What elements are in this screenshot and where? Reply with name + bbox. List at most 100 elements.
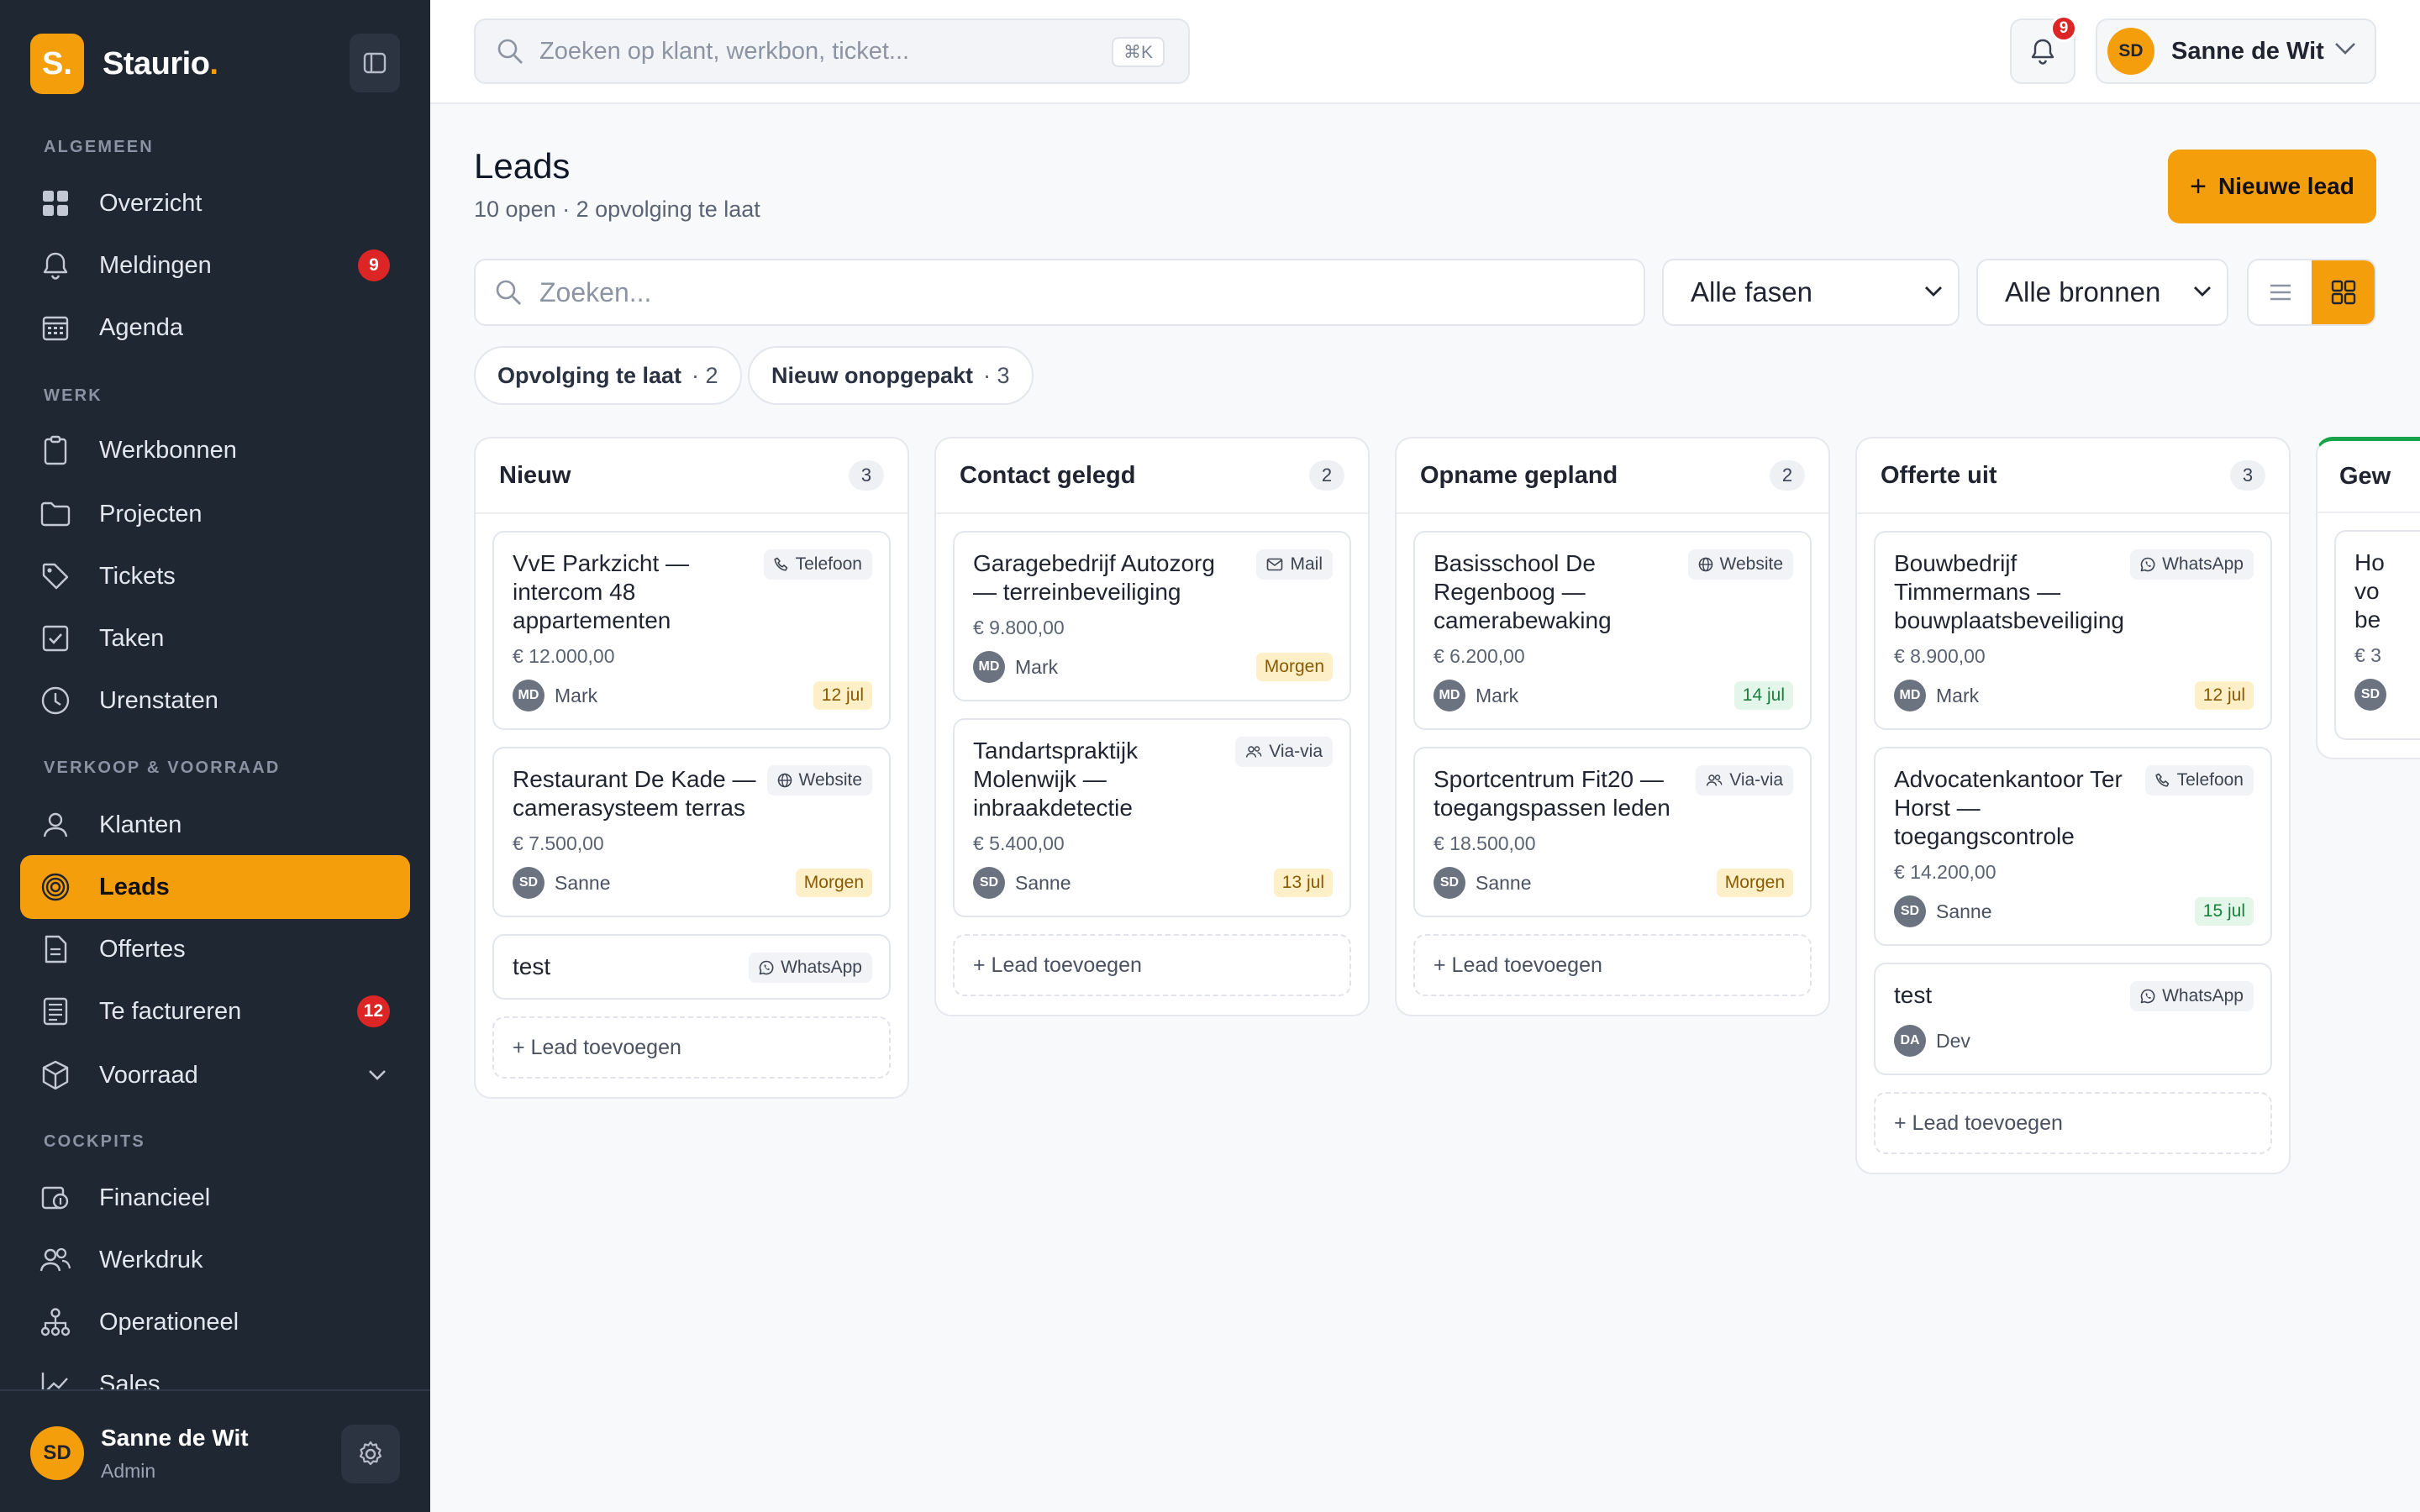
sidebar-footer: SD Sanne de Wit Admin bbox=[0, 1389, 430, 1512]
lead-owner: Mark bbox=[555, 684, 598, 706]
sidebar-item-werkdruk[interactable]: Werkdruk bbox=[20, 1228, 410, 1292]
sidebar-item-klanten[interactable]: Klanten bbox=[20, 793, 410, 857]
plus-icon: + bbox=[2190, 170, 2207, 202]
sidebar-item-operationeel[interactable]: Operationeel bbox=[20, 1290, 410, 1354]
due-badge: 13 jul bbox=[1273, 869, 1333, 897]
sidebar-item-label: Projecten bbox=[99, 500, 203, 528]
page-subtitle: 10 open · 2 opvolging te laat bbox=[474, 197, 760, 222]
new-lead-button[interactable]: + Nieuwe lead bbox=[2168, 150, 2376, 223]
user-name: Sanne de Wit bbox=[2171, 37, 2324, 65]
notifications-badge: 9 bbox=[2050, 15, 2077, 42]
chip-opvolging-te-laat[interactable]: Opvolging te laat · 2 bbox=[474, 346, 742, 405]
sidebar-item-werkbonnen[interactable]: Werkbonnen bbox=[20, 418, 410, 482]
due-badge: Morgen bbox=[1255, 653, 1333, 681]
brand[interactable]: S. Staurio. bbox=[30, 34, 218, 94]
brand-name: Staurio. bbox=[103, 46, 218, 82]
sidebar-item-overzicht[interactable]: Overzicht bbox=[20, 171, 410, 235]
avatar: DA bbox=[1894, 1025, 1926, 1057]
source-label: WhatsApp bbox=[781, 958, 862, 977]
source-label: Telefoon bbox=[795, 554, 862, 574]
add-lead-button[interactable]: + Lead toevoegen bbox=[1874, 1092, 2272, 1154]
lead-search[interactable] bbox=[474, 259, 1645, 326]
global-search-input[interactable] bbox=[539, 37, 1060, 66]
add-lead-button[interactable]: + Lead toevoegen bbox=[1413, 934, 1812, 996]
add-lead-button[interactable]: + Lead toevoegen bbox=[953, 934, 1351, 996]
sidebar-item-urenstaten[interactable]: Urenstaten bbox=[20, 669, 410, 732]
sidebar-item-projecten[interactable]: Projecten bbox=[20, 482, 410, 546]
whatsapp-icon bbox=[2140, 557, 2155, 572]
avatar: MD bbox=[513, 680, 544, 711]
phone-icon bbox=[2154, 773, 2169, 787]
bell-icon bbox=[2031, 39, 2054, 65]
lead-title: VvE Parkzicht — intercom 48 appartemente… bbox=[513, 550, 690, 633]
lead-card[interactable]: test WhatsApp bbox=[492, 934, 891, 1000]
lead-card[interactable]: test WhatsApp DA Dev bbox=[1874, 963, 2272, 1075]
lead-card[interactable]: Tandartspraktijk Molenwijk — inbraakdete… bbox=[953, 718, 1351, 917]
source-badge: Website bbox=[766, 765, 872, 795]
user-icon bbox=[39, 808, 72, 842]
source-badge: Via-via bbox=[1696, 765, 1793, 795]
lead-title: Basisschool De Regenboog — camerabewakin… bbox=[1434, 550, 1612, 633]
source-badge: Telefoon bbox=[763, 549, 872, 580]
source-badge: Via-via bbox=[1235, 737, 1333, 767]
settings-button[interactable] bbox=[341, 1425, 400, 1483]
invoice-icon bbox=[39, 995, 72, 1028]
chevron-down-icon bbox=[2194, 286, 2211, 297]
column-header: Nieuw 3 bbox=[476, 438, 908, 514]
chip-label: Opvolging te laat bbox=[497, 362, 682, 388]
phase-filter-value: Alle fasen bbox=[1691, 276, 1812, 307]
sidebar-item-offertes[interactable]: Offertes bbox=[20, 917, 410, 981]
add-lead-button[interactable]: + Lead toevoegen bbox=[492, 1016, 891, 1079]
list-view-button[interactable] bbox=[2249, 260, 2312, 324]
source-label: Mail bbox=[1290, 554, 1323, 574]
lead-owner: Sanne bbox=[1936, 900, 1992, 922]
user-menu-button[interactable]: SD Sanne de Wit bbox=[2096, 18, 2376, 84]
source-label: WhatsApp bbox=[2162, 554, 2244, 574]
avatar[interactable]: SD bbox=[30, 1426, 84, 1480]
sidebar-item-financieel[interactable]: Financieel bbox=[20, 1166, 410, 1230]
source-filter-select[interactable]: Alle bronnen bbox=[1976, 259, 2228, 326]
global-search[interactable]: ⌘K bbox=[474, 18, 1190, 84]
lead-title: Garagebedrijf Autozorg — terreinbeveilig… bbox=[973, 550, 1215, 605]
phase-filter-select[interactable]: Alle fasen bbox=[1662, 259, 1960, 326]
calendar-icon bbox=[39, 311, 72, 344]
sidebar-item-te-factureren[interactable]: Te factureren 12 bbox=[20, 979, 410, 1043]
board-column-contact-gelegd: Contact gelegd 2 Garagebedrijf Autozorg … bbox=[934, 437, 1370, 1016]
sidebar-item-voorraad[interactable]: Voorraad bbox=[20, 1043, 410, 1107]
lead-amount: € 6.200,00 bbox=[1434, 645, 1525, 667]
due-badge: 12 jul bbox=[2194, 681, 2254, 710]
sidebar-item-tickets[interactable]: Tickets bbox=[20, 544, 410, 608]
lead-card[interactable]: Bouwbedrijf Timmermans — bouwplaatsbevei… bbox=[1874, 531, 2272, 730]
source-label: Via-via bbox=[1269, 742, 1323, 761]
lead-search-input[interactable] bbox=[539, 276, 1548, 308]
lead-card[interactable]: Garagebedrijf Autozorg — terreinbeveilig… bbox=[953, 531, 1351, 701]
lead-card[interactable]: VvE Parkzicht — intercom 48 appartemente… bbox=[492, 531, 891, 730]
sidebar-item-meldingen[interactable]: Meldingen 9 bbox=[20, 234, 410, 297]
globe-icon bbox=[1698, 557, 1712, 572]
sidebar-item-label: Offertes bbox=[99, 935, 186, 963]
chevron-down-icon bbox=[1925, 286, 1942, 297]
board-view-button[interactable] bbox=[2312, 260, 2375, 324]
source-label: Telefoon bbox=[2176, 770, 2244, 790]
sidebar-item-taken[interactable]: Taken bbox=[20, 606, 410, 670]
due-badge: Morgen bbox=[1716, 869, 1793, 897]
sidebar: S. Staurio. ALGEMEEN WERK VERKOOP & VOOR… bbox=[0, 0, 430, 1512]
lead-card[interactable]: Basisschool De Regenboog — camerabewakin… bbox=[1413, 531, 1812, 730]
sidebar-item-agenda[interactable]: Agenda bbox=[20, 296, 410, 360]
source-badge: WhatsApp bbox=[2130, 549, 2254, 580]
collapse-sidebar-button[interactable] bbox=[350, 34, 400, 92]
chip-label: Nieuw onopgepakt bbox=[771, 362, 974, 388]
notifications-button[interactable]: 9 bbox=[2010, 15, 2077, 84]
lead-card[interactable]: Advocatenkantoor Ter Horst — toegangscon… bbox=[1874, 747, 2272, 946]
lead-card[interactable]: Restaurant De Kade — camerasysteem terra… bbox=[492, 747, 891, 917]
users-icon bbox=[39, 1243, 72, 1277]
sidebar-item-label: Financieel bbox=[99, 1184, 211, 1211]
sidebar-item-leads[interactable]: Leads bbox=[20, 855, 410, 919]
lead-card[interactable]: Sportcentrum Fit20 — toegangspassen lede… bbox=[1413, 747, 1812, 917]
column-title: Gew bbox=[2339, 462, 2391, 490]
lead-card[interactable]: Ho vo be € 3 SD bbox=[2334, 530, 2420, 740]
sidebar-item-label: Meldingen bbox=[99, 251, 212, 279]
sidebar-item-label: Tickets bbox=[99, 562, 176, 590]
source-label: Website bbox=[1719, 554, 1783, 574]
chip-nieuw-onopgepakt[interactable]: Nieuw onopgepakt · 3 bbox=[748, 346, 1034, 405]
